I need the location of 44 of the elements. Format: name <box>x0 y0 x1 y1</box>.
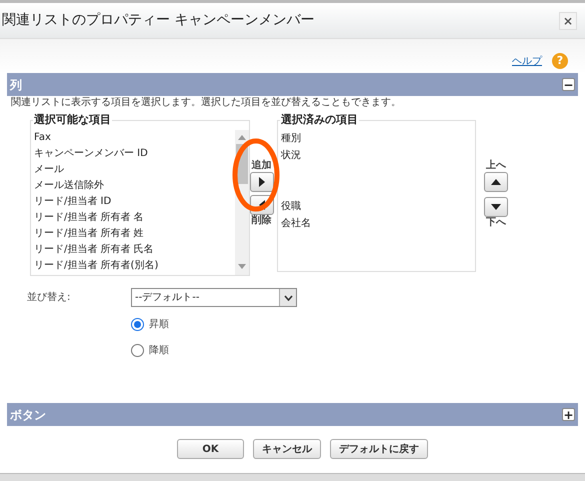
section-title: ボタン <box>10 406 46 424</box>
list-title: 選択可能な項目 <box>33 113 112 127</box>
list-item[interactable]: リード/担当者 所有者 姓 <box>31 226 235 242</box>
list-item[interactable]: 役職 <box>278 198 475 215</box>
list-item[interactable]: リード/担当者 所有者 名 <box>31 210 235 226</box>
list-item[interactable]: メール送信除外 <box>31 178 235 194</box>
section-title: 列 <box>10 76 22 94</box>
down-label: 下へ <box>486 217 506 229</box>
remove-label: 削除 <box>252 215 272 227</box>
list-title: 選択済みの項目 <box>280 113 359 127</box>
radio-label: 降順 <box>149 344 169 358</box>
section-description: 関連リストに表示する項目を選択します。選択した項目を並び替えることもできます。 <box>10 96 402 110</box>
list-item[interactable]: キャンペーンメンバー ID <box>31 146 235 162</box>
list-item[interactable]: リード/担当者 ID <box>31 194 235 210</box>
list-item[interactable]: リード/担当者 所有者 氏名 <box>31 242 235 258</box>
list-item[interactable]: メール <box>31 162 235 178</box>
window-title: 関連リストのプロパティー キャンペーンメンバー <box>2 11 314 30</box>
dialog-button[interactable]: キャンセル <box>253 439 321 459</box>
add-button[interactable] <box>250 172 274 192</box>
radio-button[interactable] <box>131 318 144 330</box>
dialog-button[interactable]: デフォルトに戻す <box>330 439 428 459</box>
chevron-down-icon <box>284 294 292 300</box>
radio-button[interactable] <box>131 344 144 356</box>
sort-label: 並び替え: <box>26 290 72 305</box>
add-label: 追加 <box>252 160 272 172</box>
move-down-button[interactable] <box>484 197 508 217</box>
radio-label: 昇順 <box>149 318 169 332</box>
list-item[interactable]: Fax <box>31 130 235 146</box>
sort-dropdown[interactable]: --デフォルト-- <box>131 288 297 307</box>
list-item[interactable]: リード/担当者 所有者(別名) <box>31 258 235 274</box>
expand-button[interactable]: + <box>562 408 575 421</box>
list-item[interactable]: 種別 <box>278 130 475 147</box>
close-button[interactable]: × <box>559 12 577 30</box>
dropdown-value: --デフォルト-- <box>134 291 200 305</box>
help-icon: ? <box>552 53 568 69</box>
up-label: 上へ <box>486 160 506 172</box>
list-item[interactable]: 会社名 <box>278 215 475 232</box>
dialog-button[interactable]: OK <box>177 439 244 459</box>
scroll-up-icon[interactable] <box>238 134 246 140</box>
scroll-down-icon[interactable] <box>238 264 246 270</box>
collapse-button[interactable]: − <box>562 78 575 91</box>
move-up-button[interactable] <box>484 172 508 192</box>
help-link[interactable]: ヘルプ <box>512 54 542 68</box>
list-item[interactable]: 状況 <box>278 147 475 164</box>
